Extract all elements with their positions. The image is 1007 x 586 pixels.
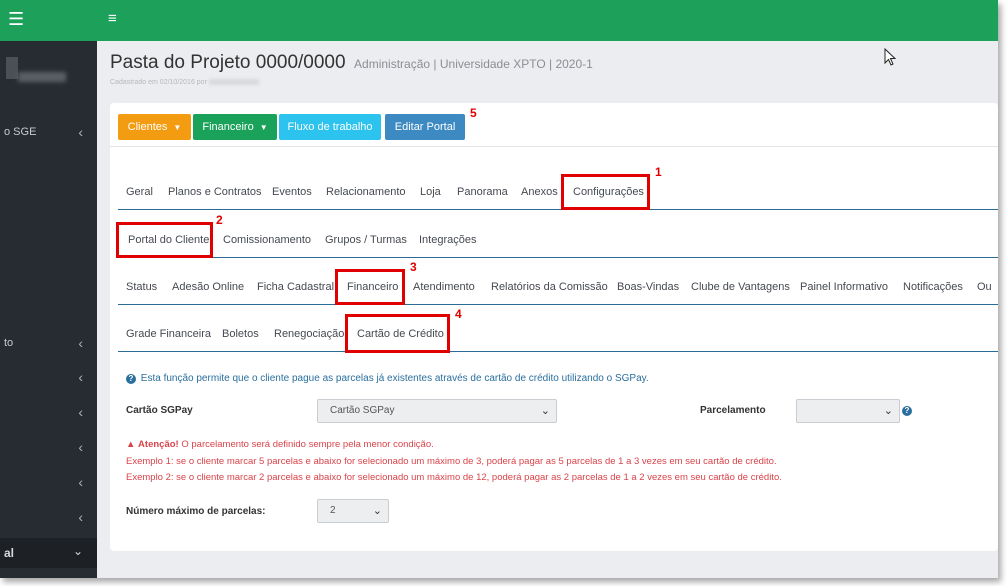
tab-anexos[interactable]: Anexos (520, 174, 559, 210)
help-icon[interactable]: ? (902, 406, 912, 416)
max-parcelas-value: 2 (330, 505, 336, 516)
warning-title: Atenção! (138, 439, 179, 450)
app-window: ☰ ≡ o SGE ‹ to ‹ ‹ ‹ ‹ ‹ ‹ al ⌄ Pasta do… (0, 0, 998, 578)
registration-text: Cadastrado em 02/10/2016 por (110, 79, 207, 86)
cartao-sgpay-value: Cartão SGPay (330, 405, 395, 416)
cartao-sgpay-label: Cartão SGPay (126, 405, 193, 416)
tab-grade-financeira[interactable]: Grade Financeira (125, 316, 212, 352)
chevron-left-icon: ‹ (78, 335, 83, 351)
financeiro-dropdown-button[interactable]: Financeiro ▼ (193, 114, 277, 140)
sidebar-item-label: o SGE (4, 126, 37, 138)
page-title: Pasta do Projeto 0000/0000 (110, 52, 346, 73)
tab-boletos[interactable]: Boletos (221, 316, 260, 352)
chevron-left-icon: ‹ (78, 124, 83, 140)
menu-toggle-icon[interactable]: ≡ (108, 11, 117, 26)
sidebar-item[interactable]: ‹ (0, 438, 97, 458)
fluxo-trabalho-button[interactable]: Fluxo de trabalho (279, 114, 381, 140)
tab-notificacoes[interactable]: Notificações (902, 269, 964, 305)
sidebar-item[interactable]: ‹ (0, 473, 97, 493)
tab-atendimento[interactable]: Atendimento (412, 269, 476, 305)
annotation-3: 3 (410, 260, 417, 274)
tab-more[interactable]: Ou (976, 269, 993, 305)
divider (110, 146, 998, 147)
chevron-left-icon: ‹ (78, 369, 83, 385)
mouse-cursor-icon (884, 48, 897, 66)
chevron-down-icon: ⌄ (540, 405, 550, 417)
sidebar: o SGE ‹ to ‹ ‹ ‹ ‹ ‹ ‹ al ⌄ (0, 41, 97, 578)
max-parcelas-select[interactable]: 2 ⌄ (317, 499, 389, 523)
tab-geral[interactable]: Geral (125, 174, 154, 210)
annotation-1: 1 (655, 165, 662, 179)
sidebar-item-sge[interactable]: o SGE ‹ (0, 123, 97, 143)
editar-portal-button[interactable]: Editar Portal (385, 114, 465, 140)
warning-text: O parcelamento será definido sempre pela… (178, 439, 434, 450)
tab-renegociacao[interactable]: Renegociação (273, 316, 345, 352)
chevron-left-icon: ‹ (78, 439, 83, 455)
question-circle-icon: ? (126, 374, 136, 384)
cartao-sgpay-select[interactable]: Cartão SGPay ⌄ (317, 399, 557, 423)
top-navbar: ☰ ≡ (0, 0, 998, 41)
tab-loja[interactable]: Loja (419, 174, 442, 210)
sidebar-item[interactable]: ‹ (0, 368, 97, 388)
avatar (6, 57, 18, 79)
tab-planos-contratos[interactable]: Planos e Contratos (167, 174, 263, 210)
chevron-left-icon: ‹ (78, 509, 83, 525)
highlight-box-3 (335, 269, 405, 305)
clientes-label: Clientes (127, 121, 168, 133)
max-parcelas-label: Número máximo de parcelas: (126, 506, 266, 517)
chevron-down-icon: ⌄ (883, 405, 893, 417)
tab-comissionamento[interactable]: Comissionamento (222, 222, 312, 258)
user-name-blurred (18, 72, 66, 82)
sidebar-item-label: to (4, 337, 14, 349)
highlight-box-1 (561, 174, 650, 210)
caret-down-icon: ▼ (173, 123, 182, 132)
registered-by-blurred (208, 79, 259, 86)
chevron-left-icon: ‹ (78, 474, 83, 490)
highlight-box-2 (116, 222, 213, 258)
annotation-5: 5 (470, 106, 477, 120)
tab-relatorios-comissao[interactable]: Relatórios da Comissão (490, 269, 609, 305)
parcelamento-select[interactable]: ⌄ (796, 399, 900, 423)
annotation-4: 4 (455, 307, 462, 321)
chevron-left-icon: ‹ (78, 404, 83, 420)
caret-down-icon: ▼ (259, 123, 268, 132)
example-2: Exemplo 2: se o cliente marcar 2 parcela… (126, 472, 782, 483)
tab-ficha-cadastral[interactable]: Ficha Cadastral (256, 269, 335, 305)
tab-boas-vindas[interactable]: Boas-Vindas (616, 269, 680, 305)
chevron-down-icon: ⌄ (72, 544, 83, 558)
logo-icon: ☰ (8, 9, 25, 29)
sidebar-item-label: al (4, 546, 15, 560)
sidebar-item-projeto[interactable]: to ‹ (0, 334, 97, 354)
tab-status[interactable]: Status (125, 269, 158, 305)
example-1: Exemplo 1: se o cliente marcar 5 parcela… (126, 456, 777, 467)
tab-relacionamento[interactable]: Relacionamento (325, 174, 407, 210)
page-subtitle: Administração | Universidade XPTO | 2020… (354, 57, 593, 71)
highlight-box-4 (345, 314, 450, 353)
tab-panorama[interactable]: Panorama (456, 174, 509, 210)
tab-painel-informativo[interactable]: Painel Informativo (799, 269, 889, 305)
main-panel: Clientes ▼ Financeiro ▼ Fluxo de trabalho … (110, 103, 998, 551)
warning-message: ▲ Atenção! O parcelamento será definido … (126, 439, 434, 450)
clientes-dropdown-button[interactable]: Clientes ▼ (118, 114, 191, 140)
financeiro-label: Financeiro (202, 121, 254, 133)
info-text: Esta função permite que o cliente pague … (140, 373, 649, 384)
info-message: ? Esta função permite que o cliente pagu… (126, 373, 649, 384)
warning-icon: ▲ (126, 439, 136, 450)
sidebar-item-active[interactable]: al ⌄ (0, 538, 97, 568)
tab-clube-vantagens[interactable]: Clube de Vantagens (690, 269, 791, 305)
registration-info: Cadastrado em 02/10/2016 por (110, 79, 259, 86)
chevron-down-icon: ⌄ (372, 505, 382, 517)
page-header: Pasta do Projeto 0000/0000 Administração… (110, 52, 593, 86)
tab-integracoes[interactable]: Integrações (418, 222, 477, 258)
tab-grupos-turmas[interactable]: Grupos / Turmas (324, 222, 408, 258)
parcelamento-label: Parcelamento (700, 405, 766, 416)
sidebar-item[interactable]: ‹ (0, 508, 97, 528)
sidebar-item[interactable]: ‹ (0, 403, 97, 423)
tab-eventos[interactable]: Eventos (271, 174, 313, 210)
tab-adesao-online[interactable]: Adesão Online (171, 269, 245, 305)
annotation-2: 2 (216, 213, 223, 227)
